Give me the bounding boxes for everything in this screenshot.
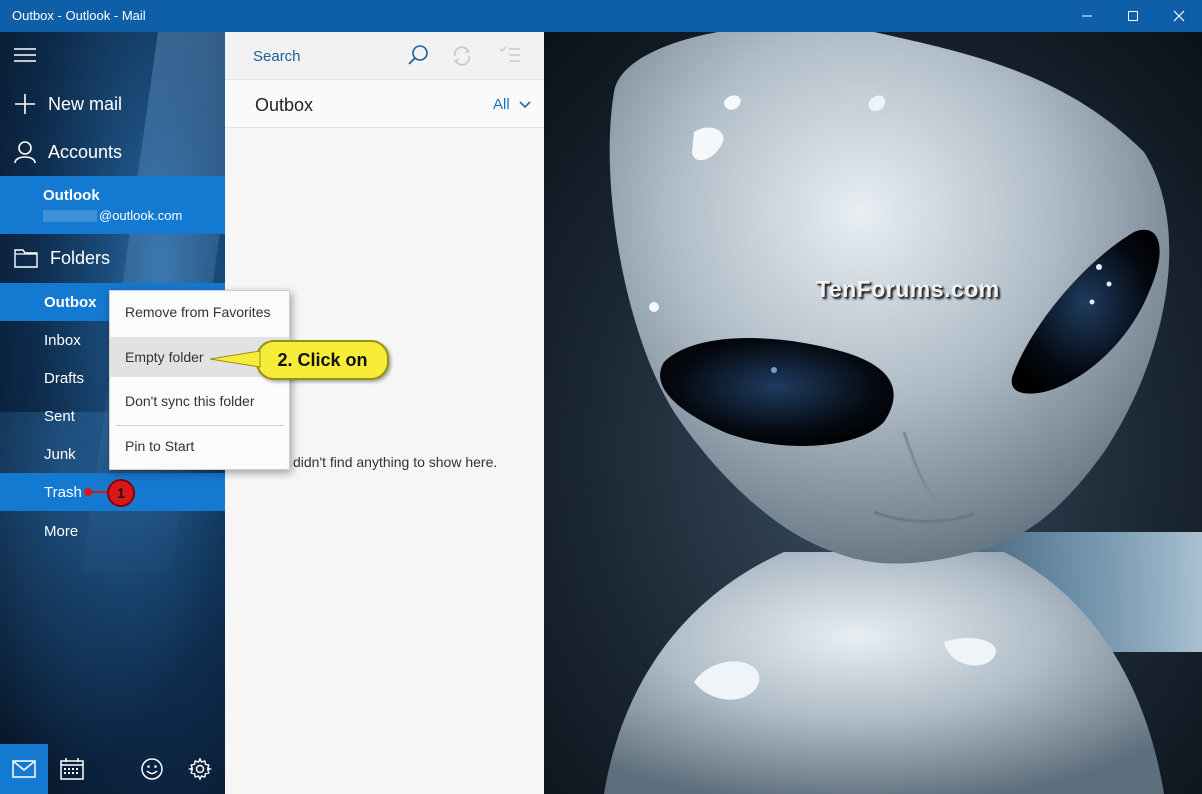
- menu-item-remove-from-favorites[interactable]: Remove from Favorites: [110, 292, 289, 332]
- step-1-badge: 1: [107, 479, 135, 507]
- hamburger-icon: [14, 48, 36, 62]
- mail-icon: [12, 760, 36, 778]
- account-email-suffix: @outlook.com: [99, 208, 183, 223]
- hamburger-button[interactable]: [0, 40, 225, 70]
- watermark-text: TenForums.com: [816, 276, 1000, 302]
- search-button[interactable]: [407, 44, 429, 71]
- callout-pointer: [210, 350, 261, 368]
- plus-icon: [15, 94, 35, 114]
- menu-item-dont-sync[interactable]: Don't sync this folder: [110, 381, 289, 421]
- app-switcher-bar: [0, 744, 225, 794]
- search-icon: [408, 45, 428, 65]
- window-title: Outbox - Outlook - Mail: [12, 8, 146, 23]
- gear-icon: [188, 757, 212, 781]
- empty-list-message: didn't find anything to show here.: [293, 454, 498, 470]
- search-input[interactable]: Search: [253, 48, 301, 65]
- mail-switch-button[interactable]: [0, 744, 48, 794]
- folder-label: Drafts: [44, 369, 85, 387]
- list-header: Outbox All: [225, 80, 544, 128]
- folder-label: Outbox: [44, 293, 97, 311]
- folder-context-menu: Remove from Favorites Empty folder Don't…: [109, 290, 290, 470]
- account-outlook[interactable]: Outlook @outlook.com: [0, 176, 225, 234]
- close-button[interactable]: [1156, 0, 1202, 32]
- minimize-button[interactable]: [1064, 0, 1110, 32]
- select-icon: [499, 46, 520, 62]
- close-icon: [1173, 10, 1185, 22]
- calendar-switch-button[interactable]: [48, 744, 96, 794]
- smiley-icon: [141, 758, 163, 780]
- calendar-icon: [60, 758, 84, 780]
- redacted-username: [43, 209, 97, 222]
- accounts-label: Accounts: [48, 141, 123, 162]
- maximize-icon: [1128, 11, 1138, 21]
- accounts-button[interactable]: Accounts: [0, 132, 225, 172]
- sync-button[interactable]: [451, 45, 473, 72]
- folder-label: Inbox: [44, 331, 81, 349]
- folder-label: Trash: [44, 483, 82, 501]
- new-mail-button[interactable]: New mail: [0, 84, 225, 124]
- menu-item-pin-to-start[interactable]: Pin to Start: [110, 426, 289, 466]
- selection-mode-button[interactable]: [499, 45, 521, 70]
- minimize-icon: [1082, 15, 1092, 17]
- instruction-callout: 2. Click on: [256, 340, 389, 380]
- account-email: @outlook.com: [43, 208, 225, 223]
- filter-dropdown[interactable]: All: [493, 96, 532, 113]
- annotation-line: [88, 491, 108, 493]
- filter-label: All: [493, 96, 510, 113]
- title-bar: Outbox - Outlook - Mail: [0, 0, 1202, 32]
- account-name: Outlook: [43, 187, 100, 204]
- folder-label: Sent: [44, 407, 75, 425]
- new-mail-label: New mail: [48, 93, 123, 114]
- folder-label: Junk: [44, 445, 76, 463]
- folder-icon: [14, 249, 38, 268]
- folders-label: Folders: [50, 247, 111, 268]
- person-icon: [14, 141, 36, 164]
- reading-pane-background: TenForums.com: [544, 32, 1202, 794]
- chevron-down-icon: [519, 100, 531, 108]
- folder-label: More: [44, 522, 79, 540]
- search-bar: Search: [225, 32, 544, 80]
- feedback-button[interactable]: [128, 744, 176, 794]
- folder-more[interactable]: More: [0, 512, 225, 550]
- sync-icon: [453, 46, 471, 66]
- folder-title: Outbox: [255, 95, 314, 115]
- folders-button[interactable]: Folders: [0, 238, 225, 278]
- maximize-button[interactable]: [1110, 0, 1156, 32]
- settings-button[interactable]: [176, 744, 224, 794]
- alien-background-image: [544, 32, 1202, 794]
